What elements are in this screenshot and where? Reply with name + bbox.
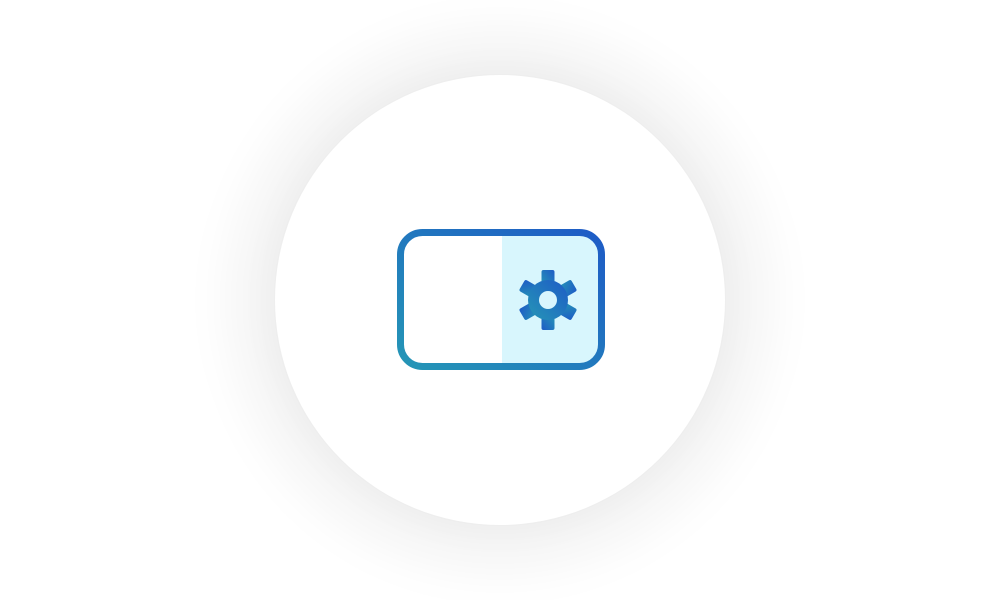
settings-panel-icon: [396, 228, 606, 371]
settings-panel-svg: [397, 229, 605, 370]
stage: [0, 0, 1000, 600]
gear-center-hole: [539, 291, 557, 309]
